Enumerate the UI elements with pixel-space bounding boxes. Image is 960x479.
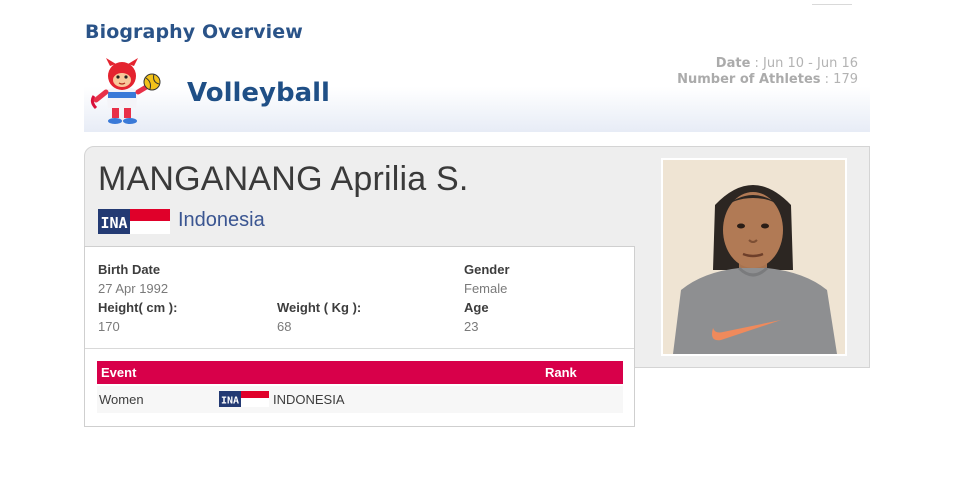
top-divider bbox=[812, 4, 852, 5]
flag-code: INA bbox=[221, 396, 239, 407]
athletes-value: : 179 bbox=[824, 72, 858, 87]
birth-date-label: Birth Date bbox=[98, 262, 161, 277]
rank-column-header: Rank bbox=[545, 365, 577, 380]
athlete-details: Birth Date 27 Apr 1992 Gender Female Hei… bbox=[84, 246, 635, 427]
height-value: 170 bbox=[98, 319, 120, 334]
date-label: Date bbox=[715, 56, 751, 71]
date-line: Date : Jun 10 - Jun 16 bbox=[677, 56, 858, 72]
event-meta: Date : Jun 10 - Jun 16 Number of Athlete… bbox=[677, 56, 858, 88]
athlete-photo-frame bbox=[661, 158, 847, 356]
height-label: Height( cm ): bbox=[98, 300, 178, 315]
table-row: Women INA INDONESIA bbox=[97, 386, 623, 413]
section-title: Biography Overview bbox=[85, 21, 303, 43]
birth-date-value: 27 Apr 1992 bbox=[98, 281, 169, 296]
indonesia-flag-icon: INA bbox=[219, 391, 269, 407]
age-value: 23 bbox=[464, 319, 479, 334]
details-divider bbox=[85, 348, 634, 349]
team-name: INDONESIA bbox=[273, 392, 345, 407]
athlete-photo bbox=[663, 160, 845, 354]
events-table-header: Event Rank bbox=[97, 361, 623, 384]
sport-name: Volleyball bbox=[187, 78, 330, 108]
age-label: Age bbox=[464, 300, 489, 315]
sport-banner: Volleyball Date : Jun 10 - Jun 16 Number… bbox=[84, 50, 870, 132]
event-column-header: Event bbox=[101, 365, 137, 380]
weight-value: 68 bbox=[277, 319, 292, 334]
date-value: : Jun 10 - Jun 16 bbox=[754, 56, 858, 71]
country-name: Indonesia bbox=[178, 209, 265, 231]
athlete-name: MANGANANG Aprilia S. bbox=[98, 160, 469, 198]
flag-code: INA bbox=[100, 214, 127, 232]
indonesia-flag-icon: INA bbox=[98, 209, 170, 234]
gender-value: Female bbox=[464, 281, 508, 296]
gender-label: Gender bbox=[464, 262, 510, 277]
games-mascot-icon bbox=[90, 58, 161, 124]
athletes-line: Number of Athletes : 179 bbox=[677, 72, 858, 88]
event-name: Women bbox=[99, 392, 144, 407]
weight-label: Weight ( Kg ): bbox=[277, 300, 362, 315]
athletes-label: Number of Athletes bbox=[677, 72, 821, 87]
